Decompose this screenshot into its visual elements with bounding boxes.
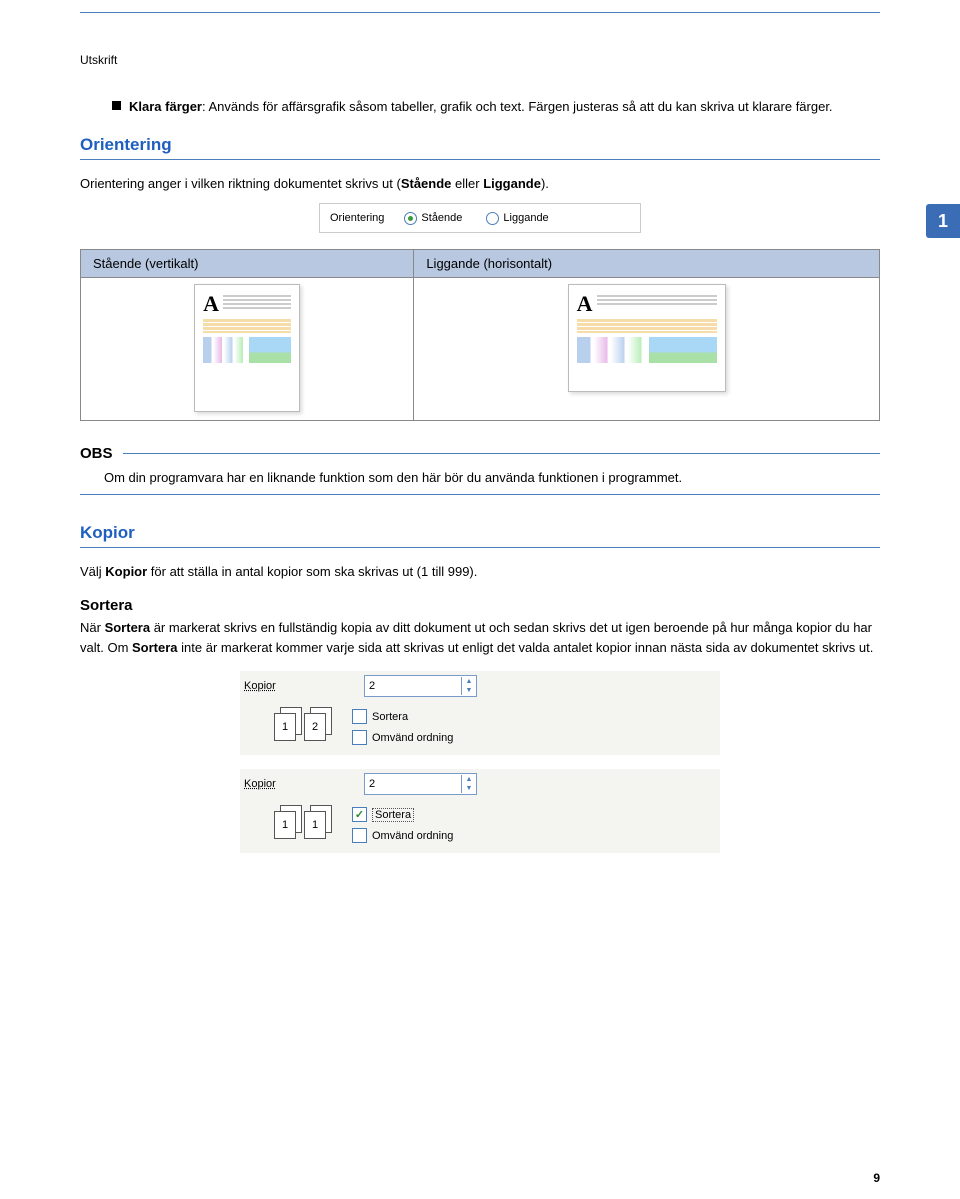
collate-preview-icon: 11 22 [274, 709, 332, 745]
spinner-value: 2 [365, 680, 461, 692]
t: Sortera [372, 808, 414, 822]
t: Stående [401, 176, 452, 191]
t: När [80, 620, 105, 635]
checkbox-omvand[interactable]: Omvänd ordning [352, 730, 453, 745]
ui-label: Orientering [330, 212, 384, 224]
radio-icon [486, 212, 499, 225]
t: Kopior [105, 564, 147, 579]
sortera-para: När Sortera är markerat skrivs en fullst… [80, 618, 880, 657]
kopior-label: Kopior [244, 680, 364, 692]
t: inte är markerat kommer varje sida att s… [178, 640, 874, 655]
t: Omvänd ordning [372, 732, 453, 744]
heading-rule [80, 547, 880, 548]
radio-option-staende[interactable]: Stående [404, 212, 462, 225]
kopior-spinner[interactable]: 2 ▲▼ [364, 675, 477, 697]
orientation-table: Stående (vertikalt)Liggande (horisontalt… [80, 249, 880, 421]
heading-orientering: Orientering [80, 135, 880, 155]
collate-preview-icon: 21 21 [274, 807, 332, 843]
checkbox-sortera[interactable]: Sortera [352, 807, 453, 822]
orientering-para: Orientering anger i vilken riktning doku… [80, 174, 880, 194]
t: Orientering anger i vilken riktning doku… [80, 176, 401, 191]
checkbox-icon [352, 807, 367, 822]
radio-option-liggande[interactable]: Liggande [486, 212, 548, 225]
chevron-down-icon[interactable]: ▼ [461, 784, 476, 793]
kopior-panel-collated: Kopior 2 ▲▼ 21 21 Sortera Omvänd ordning [240, 769, 720, 853]
portrait-cell: A [81, 278, 414, 421]
chevron-up-icon[interactable]: ▲ [461, 775, 476, 784]
t: Liggande [483, 176, 541, 191]
heading-rule [80, 159, 880, 160]
page-number: 9 [873, 1171, 880, 1185]
checkbox-omvand[interactable]: Omvänd ordning [352, 828, 453, 843]
spinner-value: 2 [365, 778, 461, 790]
note-box: OBS Om din programvara har en liknande f… [80, 445, 880, 495]
col-header-1: Stående (vertikalt) [81, 250, 414, 278]
t: Omvänd ordning [372, 830, 453, 842]
bullet-text: Klara färger: Används för affärsgrafik s… [129, 97, 880, 117]
note-title: OBS [80, 445, 880, 462]
t: Stående [421, 212, 462, 224]
radio-icon [404, 212, 417, 225]
note-body: Om din programvara har en liknande funkt… [104, 468, 880, 488]
heading-sortera: Sortera [80, 597, 880, 614]
t: Välj [80, 564, 105, 579]
bullet-item: Klara färger: Används för affärsgrafik s… [112, 97, 880, 117]
t: Sortera [372, 711, 408, 723]
t: för att ställa in antal kopior som ska s… [147, 564, 477, 579]
top-rule [80, 12, 880, 13]
t: Liggande [503, 212, 548, 224]
chevron-up-icon[interactable]: ▲ [461, 677, 476, 686]
landscape-thumb-icon: A [568, 284, 726, 392]
t: ). [541, 176, 549, 191]
note-rule [80, 494, 880, 495]
page-header: Utskrift [80, 53, 880, 67]
kopior-spinner[interactable]: 2 ▲▼ [364, 773, 477, 795]
checkbox-sortera[interactable]: Sortera [352, 709, 453, 724]
checkbox-icon [352, 730, 367, 745]
col-header-2: Liggande (horisontalt) [414, 250, 880, 278]
chapter-badge: 1 [926, 204, 960, 238]
heading-kopior: Kopior [80, 523, 880, 543]
kopior-para: Välj Kopior för att ställa in antal kopi… [80, 562, 880, 582]
bullet-rest: : Används för affärsgrafik såsom tabelle… [202, 99, 833, 114]
checkbox-icon [352, 828, 367, 843]
kopior-panel-uncollated: Kopior 2 ▲▼ 11 22 Sortera Omvänd ordning [240, 671, 720, 755]
kopior-label: Kopior [244, 778, 364, 790]
landscape-cell: A [414, 278, 880, 421]
bullet-square-icon [112, 101, 121, 110]
orientering-ui-snippet: Orientering Stående Liggande [319, 203, 641, 233]
t: Sortera [132, 640, 178, 655]
portrait-thumb-icon: A [194, 284, 300, 412]
bullet-bold: Klara färger [129, 99, 202, 114]
checkbox-icon [352, 709, 367, 724]
t: eller [451, 176, 483, 191]
chevron-down-icon[interactable]: ▼ [461, 686, 476, 695]
t: Sortera [105, 620, 151, 635]
